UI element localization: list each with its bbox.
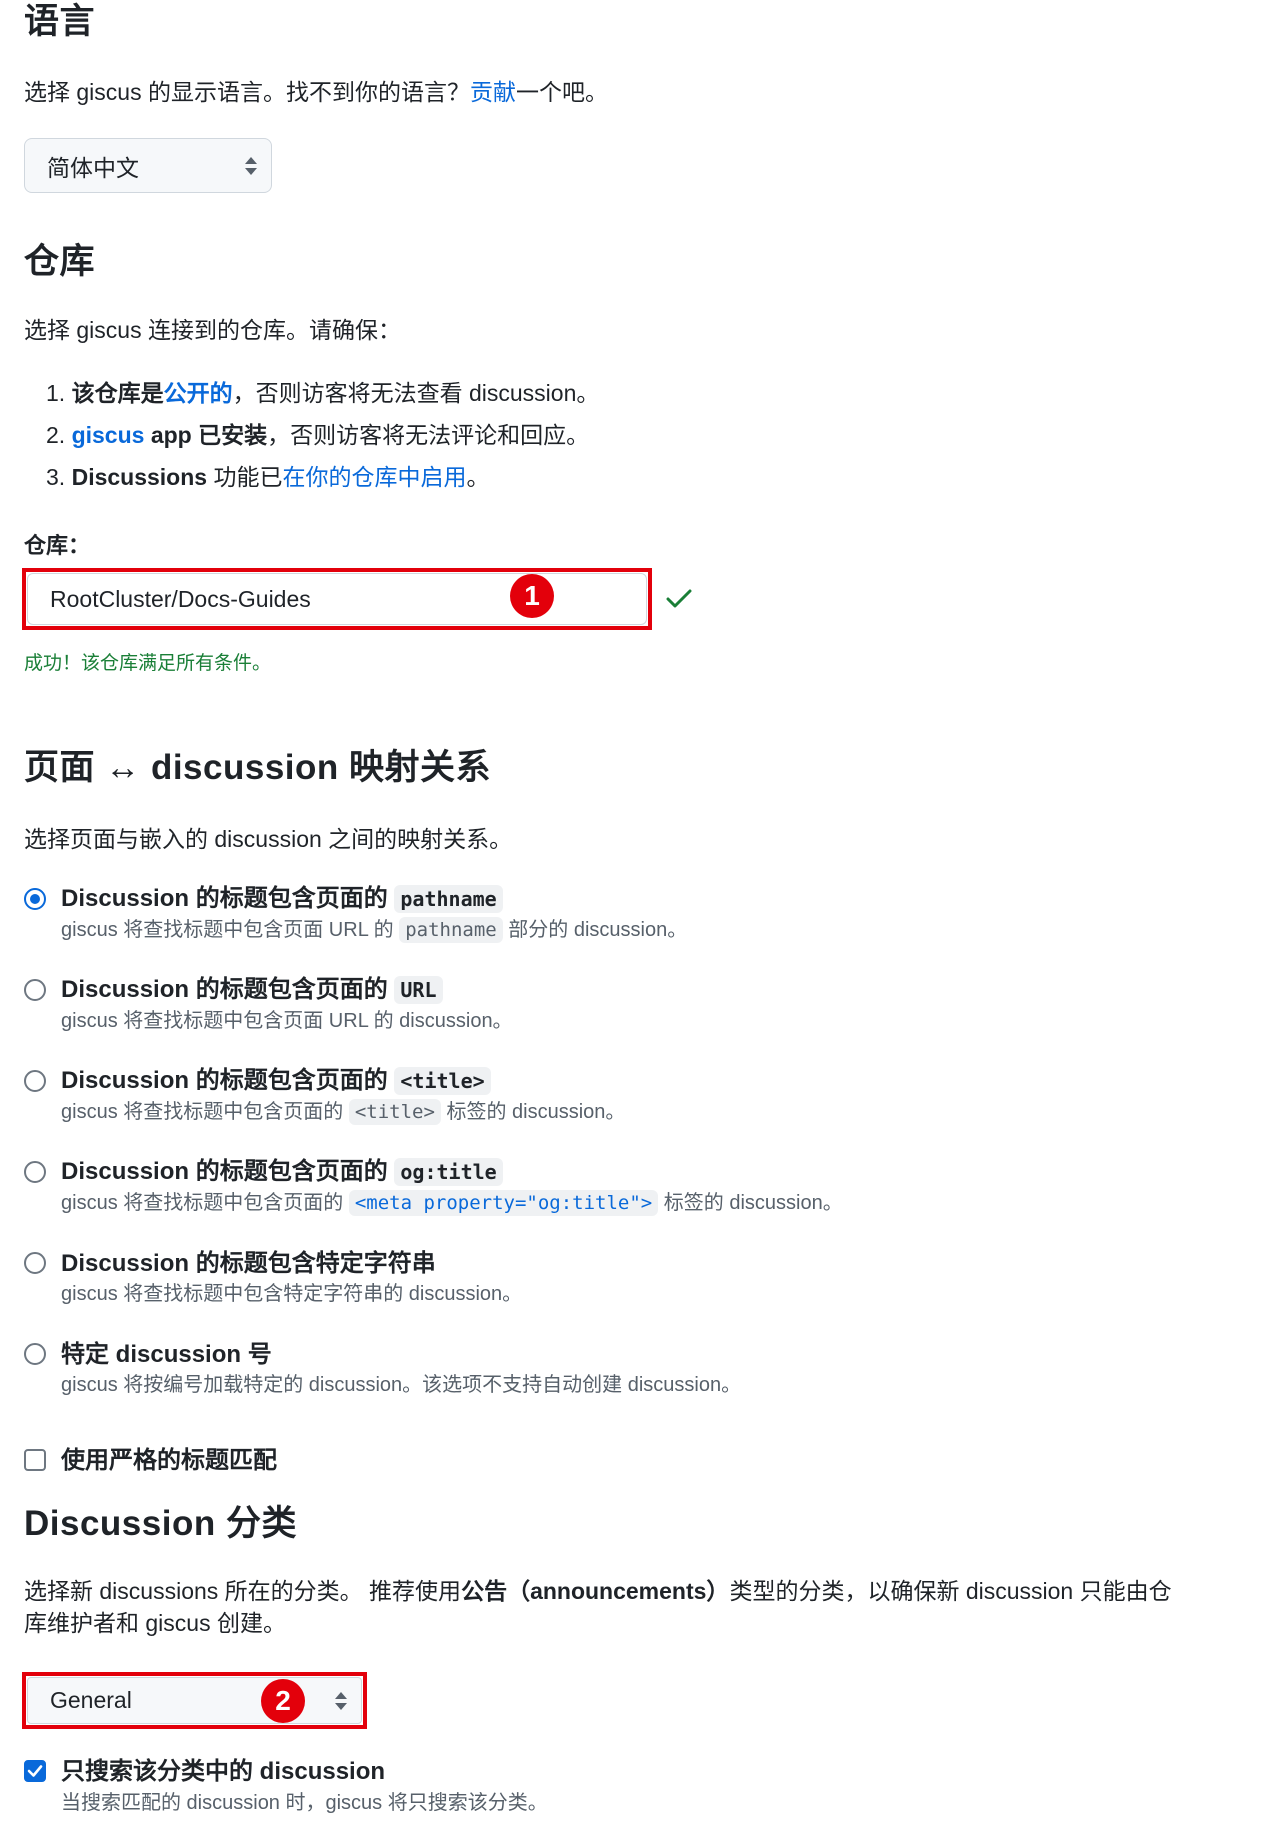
check-icon bbox=[666, 589, 692, 608]
language-description: 选择 giscus 的显示语言。找不到你的语言？贡献一个吧。 bbox=[24, 79, 608, 105]
giscus-app-link[interactable]: giscus bbox=[72, 422, 145, 448]
mapping-option-title: Discussion 的标题包含特定字符串 bbox=[61, 1250, 436, 1277]
mapping-radio-url[interactable] bbox=[24, 979, 46, 1001]
mapping-option-title: Discussion 的标题包含页面的 pathname bbox=[61, 885, 503, 913]
mapping-option-title: Discussion 的标题包含页面的 URL bbox=[61, 976, 443, 1004]
only-search-category-label: 只搜索该分类中的 discussion bbox=[61, 1758, 386, 1785]
annotation-badge-2: 2 bbox=[261, 1679, 305, 1723]
only-search-category-desc: 当搜索匹配的 discussion 时，giscus 将只搜索该分类。 bbox=[61, 1792, 548, 1814]
annotation-badge-1: 1 bbox=[510, 574, 554, 618]
repository-description: 选择 giscus 连接到的仓库。请确保： bbox=[24, 317, 401, 343]
only-search-category-checkbox[interactable] bbox=[24, 1760, 46, 1782]
repository-field-label: 仓库： bbox=[24, 533, 91, 558]
repository-heading: 仓库 bbox=[24, 242, 96, 281]
mapping-option-desc: giscus 将查找标题中包含页面 URL 的 discussion。 bbox=[61, 1010, 513, 1032]
mapping-option-desc: giscus 将查找标题中包含页面 URL 的 pathname 部分的 dis… bbox=[61, 917, 688, 943]
mapping-radio-specific-number[interactable] bbox=[24, 1343, 46, 1365]
strict-title-checkbox[interactable] bbox=[24, 1449, 46, 1471]
mapping-radio-og-title[interactable] bbox=[24, 1161, 46, 1183]
contribute-link[interactable]: 贡献 bbox=[470, 79, 516, 105]
public-link[interactable]: 公开的 bbox=[164, 380, 233, 406]
repository-input[interactable]: RootCluster/Docs-Guides bbox=[27, 573, 647, 625]
select-arrows-icon bbox=[335, 1691, 347, 1710]
category-select-value: General bbox=[50, 1687, 132, 1713]
language-select-value: 简体中文 bbox=[47, 154, 139, 181]
mapping-radio-pathname[interactable] bbox=[24, 888, 46, 910]
mapping-option-desc: giscus 将查找标题中包含页面的 <meta property="og:ti… bbox=[61, 1190, 843, 1216]
mapping-option-desc: giscus 将查找标题中包含页面的 <title> 标签的 discussio… bbox=[61, 1099, 626, 1125]
language-heading: 语言 bbox=[24, 2, 96, 41]
repository-input-value: RootCluster/Docs-Guides bbox=[50, 585, 311, 612]
checkmark-icon bbox=[27, 1765, 43, 1777]
category-select[interactable]: General bbox=[27, 1677, 362, 1724]
enable-discussions-link[interactable]: 在你的仓库中启用 bbox=[282, 464, 466, 490]
strict-title-label: 使用严格的标题匹配 bbox=[61, 1447, 277, 1474]
repository-success-message: 成功！该仓库满足所有条件。 bbox=[24, 653, 272, 674]
mapping-option-desc: giscus 将按编号加载特定的 discussion。该选项不支持自动创建 d… bbox=[61, 1374, 742, 1396]
requirement-1: 1. 该仓库是公开的，否则访客将无法查看 discussion。 bbox=[46, 380, 600, 406]
mapping-option-title: 特定 discussion 号 bbox=[61, 1341, 272, 1368]
mapping-option-title: Discussion 的标题包含页面的 og:title bbox=[61, 1158, 503, 1186]
requirement-2: 2. giscus app 已安装，否则访客将无法评论和回应。 bbox=[46, 422, 590, 448]
category-description: 选择新 discussions 所在的分类。 推荐使用公告（announceme… bbox=[24, 1578, 1172, 1637]
select-arrows-icon bbox=[245, 156, 257, 175]
mapping-option-desc: giscus 将查找标题中包含特定字符串的 discussion。 bbox=[61, 1283, 523, 1305]
mapping-radio-title[interactable] bbox=[24, 1070, 46, 1092]
mapping-radio-specific-term[interactable] bbox=[24, 1252, 46, 1274]
language-select[interactable]: 简体中文 bbox=[24, 138, 272, 193]
mapping-heading: 页面 ↔ discussion 映射关系 bbox=[24, 748, 492, 787]
mapping-option-title: Discussion 的标题包含页面的 <title> bbox=[61, 1067, 491, 1095]
category-heading: Discussion 分类 bbox=[24, 1504, 297, 1543]
mapping-description: 选择页面与嵌入的 discussion 之间的映射关系。 bbox=[24, 826, 513, 852]
requirement-3: 3. Discussions 功能已在你的仓库中启用。 bbox=[46, 464, 490, 490]
